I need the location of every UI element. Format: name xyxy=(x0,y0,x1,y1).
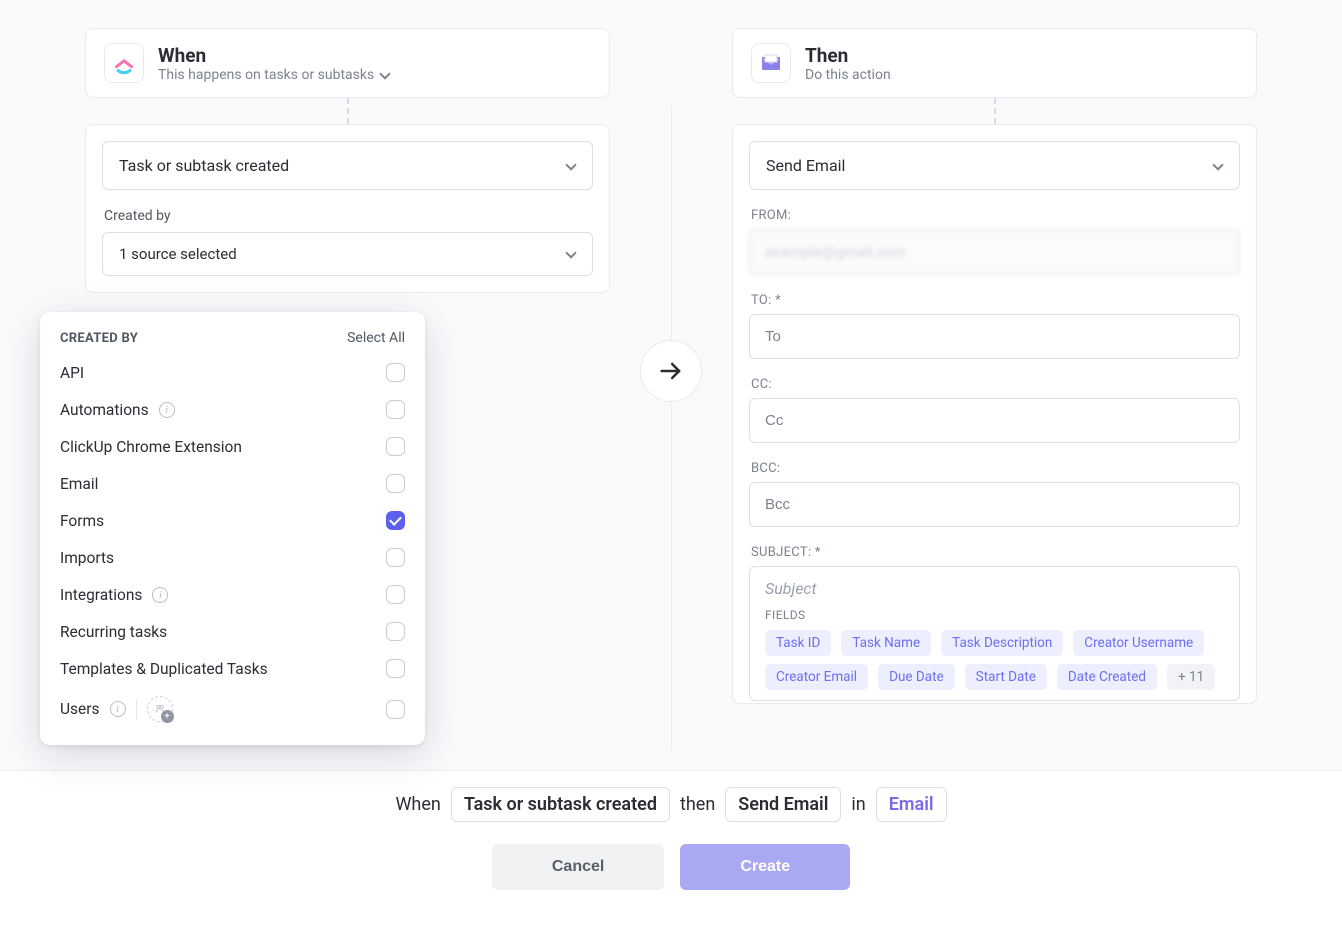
cancel-button[interactable]: Cancel xyxy=(492,844,664,890)
checkbox[interactable] xyxy=(386,659,405,678)
then-title: Then xyxy=(805,44,891,67)
created-by-option[interactable]: Forms xyxy=(40,502,425,539)
cc-field[interactable] xyxy=(749,398,1240,443)
option-label: Templates & Duplicated Tasks xyxy=(60,660,268,678)
subject-placeholder: Subject xyxy=(765,579,1224,598)
subject-label: SUBJECT: * xyxy=(751,545,1240,560)
when-title: When xyxy=(158,44,390,67)
summary-action-token[interactable]: Send Email xyxy=(725,787,841,822)
summary-trigger-token[interactable]: Task or subtask created xyxy=(451,787,670,822)
chevron-down-icon xyxy=(566,161,576,171)
field-chips: Task ID Task Name Task Description Creator … xyxy=(765,630,1224,690)
field-chip[interactable]: Due Date xyxy=(878,664,955,690)
then-subtitle: Do this action xyxy=(805,67,891,83)
created-by-option[interactable]: ClickUp Chrome Extension xyxy=(40,428,425,465)
create-button[interactable]: Create xyxy=(680,844,850,890)
add-user-icon[interactable] xyxy=(147,696,173,722)
checkbox[interactable] xyxy=(386,400,405,419)
clickup-icon xyxy=(104,43,144,83)
created-by-option[interactable]: API xyxy=(40,354,425,391)
info-icon[interactable]: i xyxy=(110,701,126,717)
created-by-option[interactable]: Templates & Duplicated Tasks xyxy=(40,650,425,687)
to-label: TO: * xyxy=(751,293,1240,308)
checkbox[interactable] xyxy=(386,363,405,382)
mail-icon xyxy=(751,43,791,83)
checkbox[interactable] xyxy=(386,622,405,641)
summary-location-token[interactable]: Email xyxy=(876,787,947,822)
dropdown-title: CREATED BY xyxy=(60,331,138,346)
field-chip[interactable]: Task Name xyxy=(841,630,931,656)
cc-label: CC: xyxy=(751,377,1240,392)
option-label: Integrations xyxy=(60,586,142,604)
option-label: Imports xyxy=(60,549,114,567)
checkbox[interactable] xyxy=(386,474,405,493)
when-body-card: Task or subtask created Created by 1 sou… xyxy=(85,124,610,293)
arrow-right-icon xyxy=(640,340,702,402)
option-label: Forms xyxy=(60,512,104,530)
created-by-select[interactable]: 1 source selected xyxy=(102,232,593,276)
from-field: example@gmail.com xyxy=(749,229,1240,275)
chevron-down-icon xyxy=(1213,161,1223,171)
field-chip[interactable]: Task Description xyxy=(941,630,1063,656)
option-label: Automations xyxy=(60,401,149,419)
option-label: Users xyxy=(60,700,100,718)
bcc-label: BCC: xyxy=(751,461,1240,476)
subject-box[interactable]: Subject FIELDS Task ID Task Name Task Desc… xyxy=(749,566,1240,701)
option-label: Recurring tasks xyxy=(60,623,167,641)
automation-summary: When Task or subtask created then Send E… xyxy=(395,787,946,822)
option-label: ClickUp Chrome Extension xyxy=(60,438,242,456)
created-by-option[interactable]: Recurring tasks xyxy=(40,613,425,650)
created-by-option[interactable]: Usersi xyxy=(40,687,425,731)
created-by-option[interactable]: Email xyxy=(40,465,425,502)
trigger-select[interactable]: Task or subtask created xyxy=(102,141,593,190)
connector-line xyxy=(347,98,349,124)
then-header-card: Then Do this action xyxy=(732,28,1257,98)
connector-line xyxy=(994,98,996,124)
option-label: API xyxy=(60,364,84,382)
chevron-down-icon xyxy=(380,70,390,80)
created-by-label: Created by xyxy=(104,208,593,224)
chevron-down-icon xyxy=(566,249,576,259)
when-header-card: When This happens on tasks or subtasks xyxy=(85,28,610,98)
field-chip[interactable]: Creator Username xyxy=(1073,630,1204,656)
checkbox[interactable] xyxy=(386,511,405,530)
from-label: FROM: xyxy=(751,208,1240,223)
footer: When Task or subtask created then Send E… xyxy=(0,770,1342,928)
when-subtitle-row[interactable]: This happens on tasks or subtasks xyxy=(158,67,390,83)
created-by-option[interactable]: Integrations i xyxy=(40,576,425,613)
info-icon[interactable]: i xyxy=(159,402,175,418)
field-chip[interactable]: Date Created xyxy=(1057,664,1157,690)
action-select[interactable]: Send Email xyxy=(749,141,1240,190)
option-label: Email xyxy=(60,475,98,493)
field-chip[interactable]: Start Date xyxy=(965,664,1047,690)
bcc-field[interactable] xyxy=(749,482,1240,527)
created-by-option[interactable]: Imports xyxy=(40,539,425,576)
checkbox[interactable] xyxy=(386,548,405,567)
field-chip-more[interactable]: + 11 xyxy=(1167,664,1215,690)
checkbox[interactable] xyxy=(386,437,405,456)
created-by-option[interactable]: Automations i xyxy=(40,391,425,428)
checkbox[interactable] xyxy=(386,700,405,719)
created-by-dropdown: CREATED BY Select All API Automations i Cli… xyxy=(40,312,425,745)
then-body-card: Send Email FROM: example@gmail.com TO: *… xyxy=(732,124,1257,704)
to-field[interactable] xyxy=(749,314,1240,359)
info-icon[interactable]: i xyxy=(152,587,168,603)
fields-title: FIELDS xyxy=(765,608,1224,622)
field-chip[interactable]: Task ID xyxy=(765,630,831,656)
select-all-button[interactable]: Select All xyxy=(347,330,405,346)
checkbox[interactable] xyxy=(386,585,405,604)
field-chip[interactable]: Creator Email xyxy=(765,664,868,690)
